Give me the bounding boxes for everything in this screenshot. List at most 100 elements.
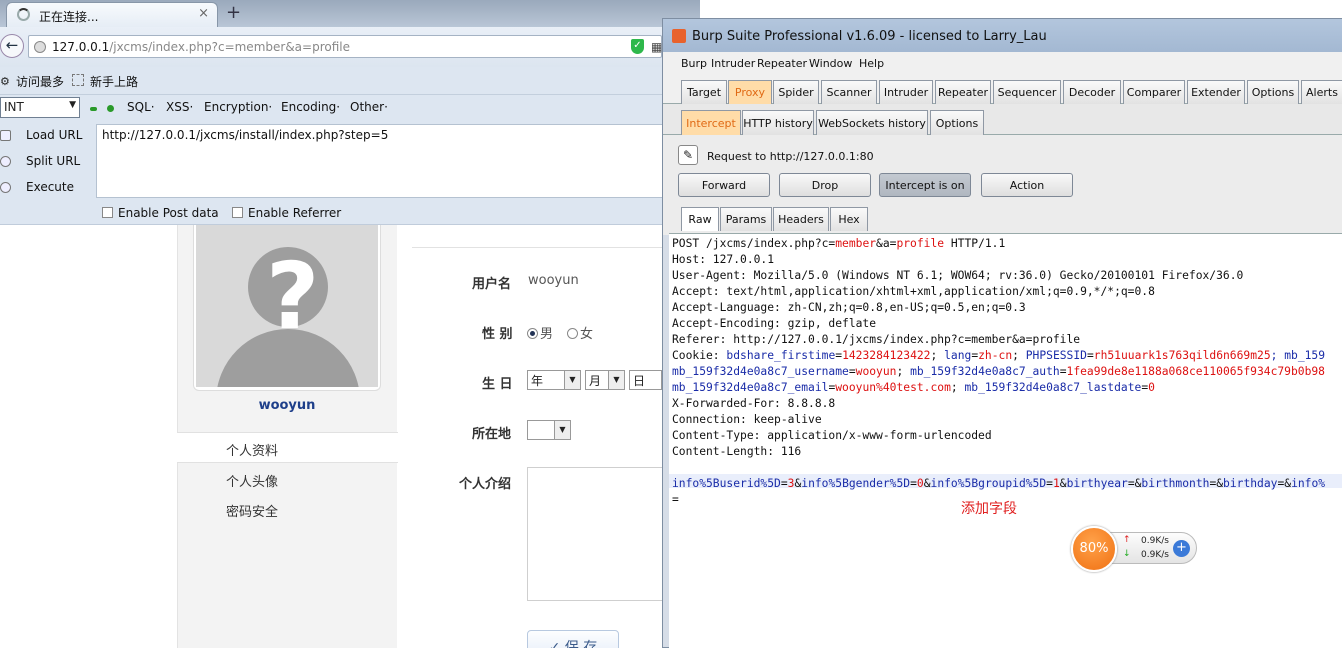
radio-dot[interactable] xyxy=(567,328,578,339)
menu-window[interactable]: Window xyxy=(809,57,852,70)
birth-month-select[interactable]: 月 ▼ xyxy=(585,370,625,390)
gender-female-radio[interactable]: 女 xyxy=(567,323,593,342)
enable-post-checkbox[interactable]: Enable Post data xyxy=(102,206,219,220)
other-menu[interactable]: Other· xyxy=(350,100,388,114)
menu-help[interactable]: Help xyxy=(859,57,884,70)
subtab-options[interactable]: Options xyxy=(930,110,984,135)
header-connection: Connection: keep-alive xyxy=(672,413,822,426)
request-editor[interactable]: POST /jxcms/index.php?c=member&a=profile… xyxy=(669,233,1342,648)
encryption-menu[interactable]: Encryption· xyxy=(204,100,272,114)
sidebar-item-password[interactable]: 密码安全 xyxy=(226,501,278,520)
int-select[interactable]: INT ▼ xyxy=(0,97,80,118)
plus-icon[interactable]: + xyxy=(1173,540,1190,557)
header-user-agent: User-Agent: Mozilla/5.0 (Windows NT 6.1;… xyxy=(672,269,1244,282)
tab-headers[interactable]: Headers xyxy=(773,207,829,231)
firefox-window: 正在连接... × + ← 127.0.0.1/jxcms/index.php?… xyxy=(0,0,700,648)
shield-icon[interactable]: ✓ xyxy=(631,39,644,54)
globe-icon xyxy=(34,41,46,53)
checkbox-box[interactable] xyxy=(102,207,113,218)
tab-params[interactable]: Params xyxy=(720,207,772,231)
header-content-length: Content-Length: 116 xyxy=(672,445,802,458)
subtab-websockets-history[interactable]: WebSockets history xyxy=(816,110,928,135)
sidebar-item-avatar[interactable]: 个人头像 xyxy=(226,471,278,490)
header-cookie: Cookie: bdshare_firstime=1423284123422; … xyxy=(672,349,1326,362)
tab-target[interactable]: Target xyxy=(681,80,727,104)
xss-menu[interactable]: XSS· xyxy=(166,100,193,114)
intercept-toggle-button[interactable]: Intercept is on xyxy=(879,173,971,197)
subtab-intercept[interactable]: Intercept xyxy=(681,110,741,135)
location-label: 所在地 xyxy=(472,427,512,442)
bookmark-most-visited[interactable]: 访问最多 xyxy=(16,73,64,90)
burp-logo-icon xyxy=(672,29,686,43)
bookmark-getting-started[interactable]: 新手上路 xyxy=(90,73,138,90)
encoding-menu[interactable]: Encoding· xyxy=(281,100,340,114)
username-value: wooyun xyxy=(528,273,579,288)
new-tab-button[interactable]: + xyxy=(226,2,241,23)
back-button[interactable]: ← xyxy=(0,34,24,58)
grid-icon[interactable]: ▦ xyxy=(651,40,662,54)
tab-close-icon[interactable]: × xyxy=(198,6,209,21)
request-target-label: Request to http://127.0.0.1:80 xyxy=(707,150,874,163)
location-select[interactable]: ▼ xyxy=(527,420,571,440)
sidebar-item-profile[interactable]: 个人资料 xyxy=(226,440,278,459)
url-bar[interactable]: 127.0.0.1/jxcms/index.php?c=member&a=pro… xyxy=(28,35,662,58)
tab-proxy[interactable]: Proxy xyxy=(728,80,772,104)
tab-intruder[interactable]: Intruder xyxy=(879,80,933,104)
header-cookie-cont2: mb_159f32d4e0a8c7_email=wooyun%40test.co… xyxy=(672,381,1155,394)
load-url-button[interactable]: Load URL xyxy=(26,128,82,142)
nav-active-bg xyxy=(177,432,398,463)
menu-burp[interactable]: Burp xyxy=(681,57,707,70)
tab-alerts[interactable]: Alerts xyxy=(1301,80,1342,104)
action-button[interactable]: Action xyxy=(981,173,1073,197)
chevron-down-icon: ▼ xyxy=(69,100,76,110)
tab-repeater[interactable]: Repeater xyxy=(935,80,991,104)
pencil-icon[interactable]: ✎ xyxy=(678,145,698,165)
gender-male-radio[interactable]: 男 xyxy=(527,323,553,342)
header-accept-language: Accept-Language: zh-CN,zh;q=0.8,en-US;q=… xyxy=(672,301,1026,314)
request-line: POST /jxcms/index.php?c=member&a=profile… xyxy=(672,237,1006,250)
intro-textarea[interactable] xyxy=(527,467,667,601)
tab-sequencer[interactable]: Sequencer xyxy=(993,80,1061,104)
split-url-button[interactable]: Split URL xyxy=(26,154,80,168)
tab-options[interactable]: Options xyxy=(1247,80,1299,104)
download-speed: 0.9K/s xyxy=(1141,550,1169,560)
tab-scanner[interactable]: Scanner xyxy=(821,80,877,104)
plus-icon[interactable] xyxy=(107,105,114,112)
upload-arrow-icon: ↑ xyxy=(1123,535,1131,545)
gear-icon: ⚙ xyxy=(0,75,10,88)
execute-button[interactable]: Execute xyxy=(26,180,74,194)
page-icon xyxy=(72,74,84,86)
header-x-forwarded-for: X-Forwarded-For: 8.8.8.8 xyxy=(672,397,836,410)
network-speed-widget[interactable]: 80% ↑ ↓ 0.9K/s 0.9K/s + xyxy=(1071,526,1197,572)
tab-hex[interactable]: Hex xyxy=(830,207,868,231)
birth-year-select[interactable]: 年 ▼ xyxy=(527,370,581,390)
browser-tab[interactable]: 正在连接... × xyxy=(6,2,218,27)
avatar-card: ? xyxy=(193,225,381,391)
question-mark-icon: ? xyxy=(266,243,320,350)
tab-comparer[interactable]: Comparer xyxy=(1123,80,1185,104)
tab-extender[interactable]: Extender xyxy=(1187,80,1245,104)
enable-referrer-checkbox[interactable]: Enable Referrer xyxy=(232,206,341,220)
hackbar-url-textarea[interactable]: http://127.0.0.1/jxcms/install/index.php… xyxy=(96,124,700,198)
save-button[interactable]: ✓ 保 存 xyxy=(527,630,619,648)
forward-button[interactable]: Forward xyxy=(678,173,770,197)
tab-decoder[interactable]: Decoder xyxy=(1063,80,1121,104)
radio-dot[interactable] xyxy=(527,328,538,339)
birth-day-select[interactable]: 日 xyxy=(629,370,662,390)
cpu-percent-badge[interactable]: 80% xyxy=(1071,526,1117,572)
drop-button[interactable]: Drop xyxy=(779,173,871,197)
subtab-http-history[interactable]: HTTP history xyxy=(742,110,814,135)
menu-repeater[interactable]: Repeater xyxy=(757,57,807,70)
tab-raw[interactable]: Raw xyxy=(681,207,719,231)
menu-intruder[interactable]: Intruder xyxy=(711,57,755,70)
minus-icon[interactable] xyxy=(90,107,97,111)
tab-spider[interactable]: Spider xyxy=(773,80,819,104)
checkbox-box[interactable] xyxy=(232,207,243,218)
hackbar-toolbar: INT ▼ SQL· XSS· Encryption· Encoding· Ot… xyxy=(0,95,700,121)
sql-menu[interactable]: SQL· xyxy=(127,100,155,114)
window-title: Burp Suite Professional v1.6.09 - licens… xyxy=(692,29,1047,44)
header-referer: Referer: http://127.0.0.1/jxcms/index.ph… xyxy=(672,333,1081,346)
url-text[interactable]: 127.0.0.1/jxcms/index.php?c=member&a=pro… xyxy=(52,40,350,54)
intro-label: 个人介绍 xyxy=(459,477,512,492)
download-arrow-icon: ↓ xyxy=(1123,549,1131,559)
